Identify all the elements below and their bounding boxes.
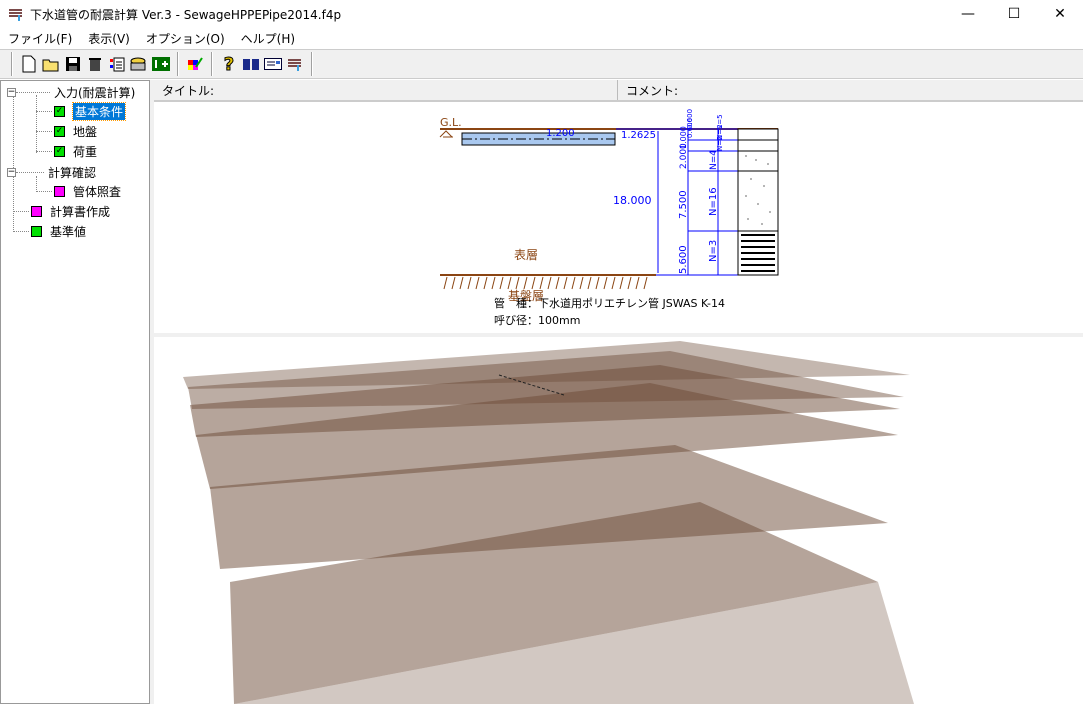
tree-node-input[interactable]: − 入力(耐震計算) [7,83,135,101]
n-value-4: N=4 [709,150,719,170]
tree-label: 荷重 [73,144,98,159]
new-file-icon[interactable] [19,53,39,75]
tree-label: 基準値 [50,224,87,239]
cover-depth: 1.200 [546,128,575,139]
title-field[interactable]: タイトル: [154,80,618,100]
navigation-tree: − 入力(耐震計算) ✓ 基本条件 ✓ 地盤 ✓ 荷重 − 計算確認 管体照査 計算書作成… [0,80,150,704]
menu-help[interactable]: ヘルプ(H) [233,30,303,47]
comment-label: コメント: [626,83,679,98]
layer-thickness-1: 0.600 [686,109,694,129]
layer-thickness-5: 7.500 [678,190,689,219]
n-value-6: N=3 [708,240,719,262]
pipe-depth: 1.2625 [621,130,656,141]
tree-node-load[interactable]: ✓ 荷重 [36,142,97,160]
tree-node-basic-conditions[interactable]: ✓ 基本条件 [36,101,127,121]
cross-section-diagram: G.L. 1.200 1.2625 表層 基盤層 18.000 5.600 7.… [156,104,1083,334]
menu-options[interactable]: オプション(O) [138,30,233,47]
close-button[interactable]: ✕ [1037,0,1083,28]
menu-view[interactable]: 表示(V) [80,30,138,47]
checked-icon: ✓ [54,145,65,157]
tree-label: 計算書作成 [50,204,111,219]
tree-label: 入力(耐震計算) [54,85,136,100]
app-icon[interactable] [285,53,305,75]
collapse-icon[interactable]: − [7,87,16,97]
window-title: 下水道管の耐震計算 Ver.3 - SewageHPPEPipe2014.f4p [30,7,342,22]
tree-label: 基本条件 [71,101,127,121]
color-palette-icon[interactable] [185,53,205,75]
title-comment-header: タイトル: コメント: [154,80,1083,102]
checked-icon: ✓ [54,105,65,117]
help-icon[interactable]: ? [219,53,239,75]
toolbar: ? [0,49,1083,79]
toolbar-separator [177,52,179,76]
maximize-button[interactable]: ☐ [991,0,1037,28]
open-folder-icon[interactable] [41,53,61,75]
menu-bar: ファイル(F) 表示(V) オプション(O) ヘルプ(H) [0,28,1083,48]
collapse-icon[interactable]: − [7,167,16,177]
tree-label: 地盤 [73,124,98,139]
gl-label: G.L. [440,116,462,129]
pipe-type: 管 種：下水道用ポリエチレン管 JSWAS K-14 [494,296,725,310]
toolbar-separator [211,52,213,76]
menu-file[interactable]: ファイル(F) [0,30,80,47]
calc-icon[interactable] [107,53,127,75]
tree-node-pipe-check[interactable]: 管体照査 [36,182,121,200]
layer-thickness-6: 5.600 [678,245,689,274]
tree-label: 計算確認 [48,165,97,180]
tree-node-report[interactable]: 計算書作成 [13,202,110,220]
save-icon[interactable] [63,53,83,75]
base-hatch [443,276,648,290]
tree-label: 管体照査 [73,184,122,199]
toolbar-grip [11,52,13,76]
n-value-1: N=5 [716,114,724,130]
exit-icon[interactable] [151,53,171,75]
tree-node-standard[interactable]: 基準値 [13,222,86,240]
pipe-diameter: 呼び径：100mm [494,314,580,327]
title-bar: 下水道管の耐震計算 Ver.3 - SewageHPPEPipe2014.f4p… [0,0,1083,28]
checked-icon: ✓ [54,125,65,137]
pending-icon [54,185,65,197]
title-label: タイトル: [162,83,215,98]
db-icon[interactable] [129,53,149,75]
id-card-icon[interactable] [263,53,283,75]
toolbar-separator [311,52,313,76]
total-depth: 18.000 [613,194,652,207]
minimize-button[interactable]: — [945,0,991,28]
tree-node-calc-check[interactable]: − 計算確認 [7,163,96,181]
book-icon[interactable] [241,53,261,75]
tree-node-ground[interactable]: ✓ 地盤 [36,122,97,140]
soil-layers-3d [183,341,914,704]
comment-field[interactable]: コメント: [618,80,1083,100]
ok-icon [31,225,42,237]
3d-layer-view[interactable] [154,337,1083,704]
n-value-5: N=16 [708,187,719,216]
app-icon [9,9,22,21]
trash-icon[interactable] [85,53,105,75]
pending-icon [31,205,42,217]
soil-column [737,128,779,276]
surface-layer-label: 表層 [514,248,538,262]
